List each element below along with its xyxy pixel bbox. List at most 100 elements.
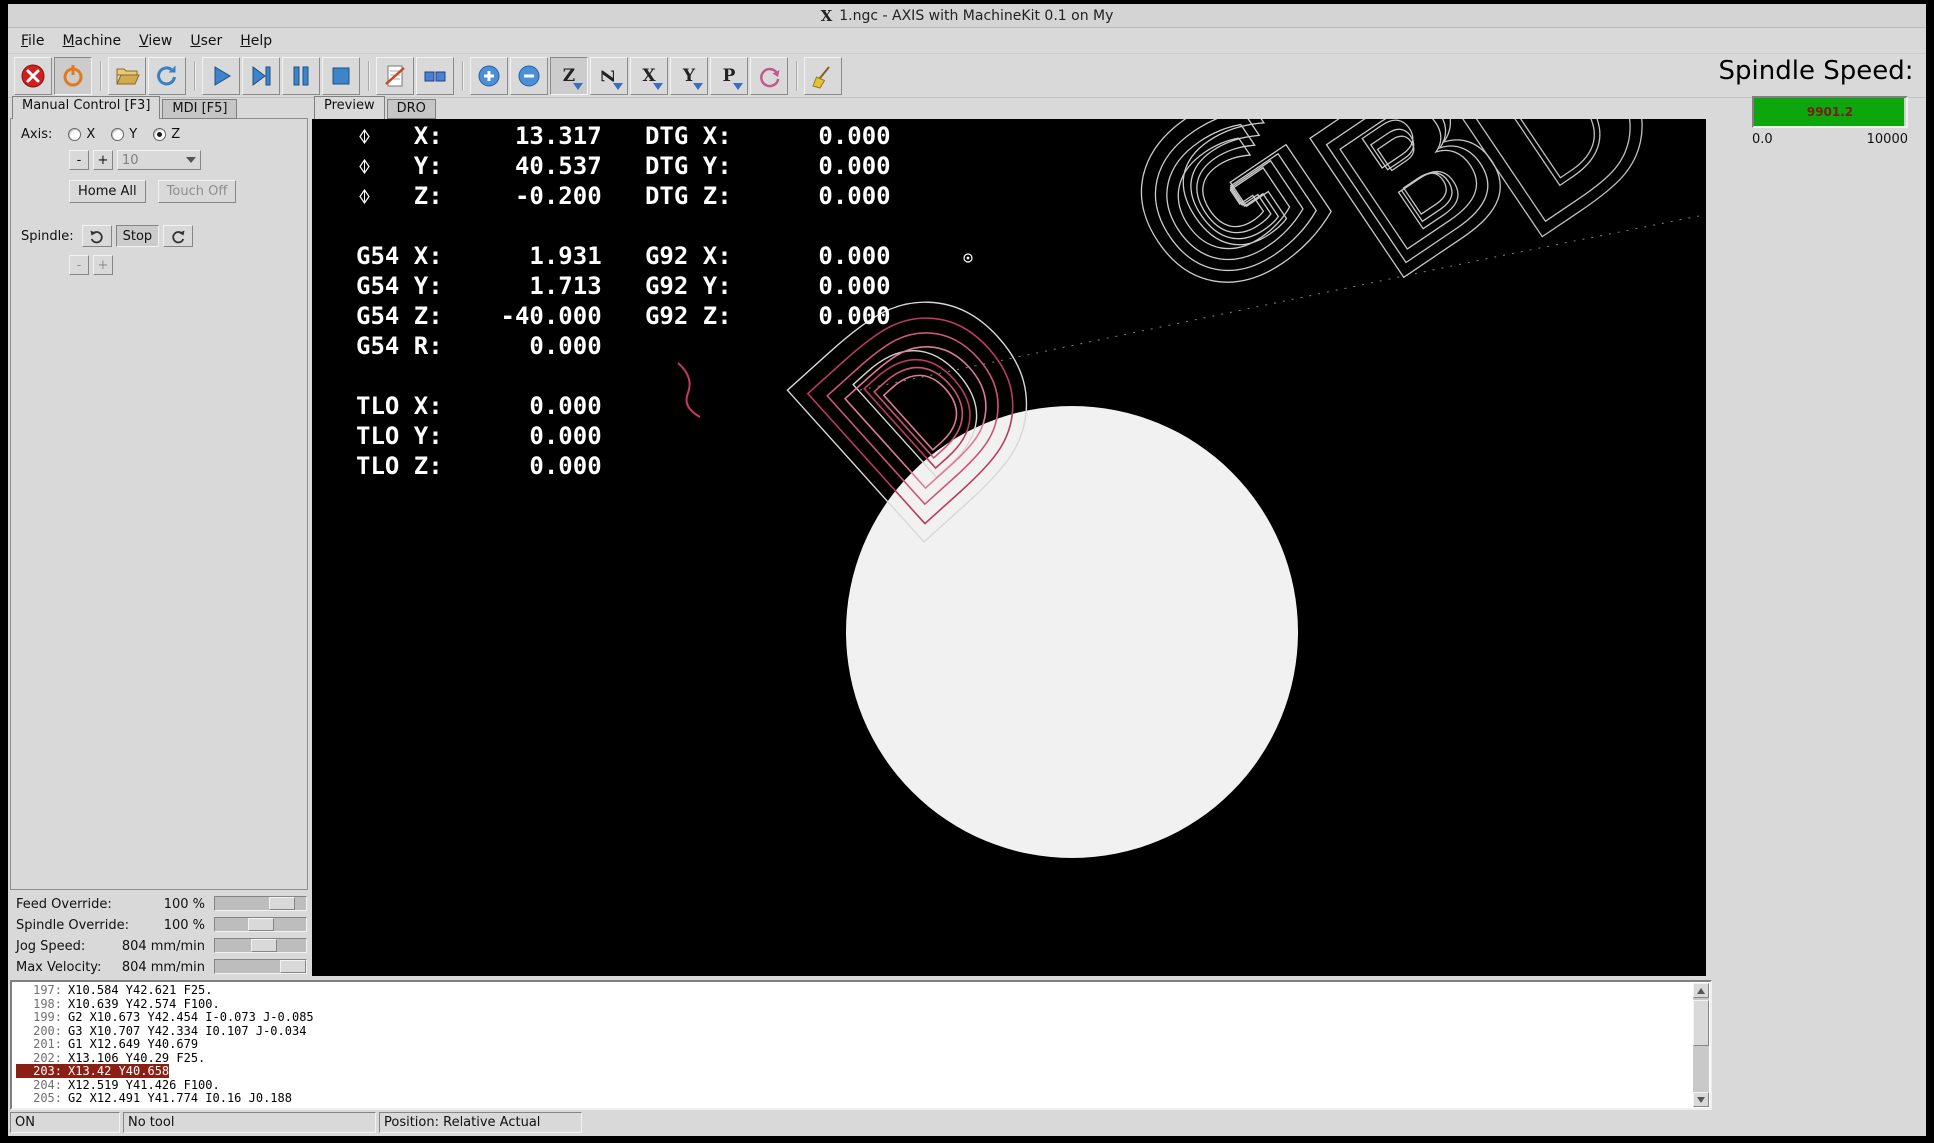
- gcode-listing[interactable]: 197:X10.584 Y42.621 F25. 198:X10.639 Y42…: [10, 980, 1712, 1110]
- feed-override-label: Feed Override:: [16, 897, 112, 912]
- jog-speed-label: Jog Speed:: [16, 939, 85, 954]
- gcode-scrollbar[interactable]: [1693, 983, 1709, 1107]
- arrow-up-icon: [1697, 988, 1705, 994]
- jog-minus-button[interactable]: -: [69, 150, 89, 170]
- zoom-out-button[interactable]: [510, 57, 548, 95]
- preview-canvas[interactable]: GGGG BBB DD D D D D: [312, 119, 1706, 976]
- toolbar: Z Z X Y P: [8, 54, 1926, 98]
- jog-increment-value: 10: [122, 153, 139, 168]
- view-axis-arrow-icon: [733, 83, 743, 90]
- jog-speed-slider-thumb[interactable]: [251, 939, 277, 952]
- gcode-text: 197:X10.584 Y42.621 F25. 198:X10.639 Y42…: [14, 984, 1692, 1106]
- estop-button[interactable]: [14, 57, 52, 95]
- optional-stop-button[interactable]: [416, 57, 454, 95]
- pause-button[interactable]: [282, 57, 320, 95]
- axis-y-radio[interactable]: Y: [111, 127, 137, 142]
- spindle-ccw-icon: [89, 228, 105, 244]
- jog-speed-value: 804 mm/min: [122, 939, 205, 954]
- view-z2-icon: Z: [599, 69, 619, 81]
- view-p-button[interactable]: P: [710, 57, 748, 95]
- radio-checked-icon: [153, 128, 166, 141]
- dro-readout: X: 13.317 DTG X: 0.000 Y: 40.537 DTG Y: …: [356, 121, 891, 481]
- feed-override-value: 100 %: [164, 897, 205, 912]
- stop-icon: [328, 63, 354, 89]
- jog-row: - + 10: [69, 150, 307, 170]
- home-all-button[interactable]: Home All: [69, 180, 146, 203]
- view-x-button[interactable]: X: [630, 57, 668, 95]
- axis-x-radio[interactable]: X: [68, 127, 95, 142]
- position-status: Position: Relative Actual: [379, 1112, 582, 1133]
- status-bar: ON No tool Position: Relative Actual: [10, 1112, 582, 1133]
- radio-icon: [111, 128, 124, 141]
- spindle-stop-button[interactable]: Stop: [116, 225, 160, 247]
- title-bar[interactable]: X 1.ngc - AXIS with MachineKit 0.1 on My: [8, 4, 1926, 28]
- jog-speed-slider[interactable]: [214, 938, 307, 953]
- tab-preview[interactable]: Preview: [314, 96, 385, 119]
- spindle-plus-button[interactable]: +: [93, 255, 113, 275]
- power-icon: [60, 63, 86, 89]
- axis-window: X 1.ngc - AXIS with MachineKit 0.1 on My…: [8, 4, 1926, 1136]
- toolbar-separator: [100, 61, 102, 91]
- menu-machine[interactable]: Machine: [53, 30, 130, 52]
- home-row: Home All Touch Off: [69, 180, 307, 203]
- spindle-override-label: Spindle Override:: [16, 918, 129, 933]
- view-axis-arrow-icon: [693, 83, 703, 90]
- clear-plot-button[interactable]: [804, 57, 842, 95]
- touch-off-button[interactable]: Touch Off: [158, 180, 237, 203]
- rotate-view-button[interactable]: [750, 57, 788, 95]
- spindle-override-value: 100 %: [164, 918, 205, 933]
- estop-icon: [20, 63, 46, 89]
- skip-lines-button[interactable]: [376, 57, 414, 95]
- axis-y-label: Y: [129, 127, 137, 142]
- view-z-button[interactable]: Z: [550, 57, 588, 95]
- run-button[interactable]: [202, 57, 240, 95]
- jog-increment-select[interactable]: 10: [117, 150, 201, 170]
- view-axis-arrow-icon: [573, 83, 583, 90]
- axis-label: Axis:: [21, 127, 52, 142]
- axis-x-label: X: [86, 127, 95, 142]
- scroll-down-button[interactable]: [1693, 1092, 1709, 1107]
- spindle-override-row: Spindle Override: 100 %: [10, 915, 310, 936]
- axis-z-radio[interactable]: Z: [153, 127, 180, 142]
- view-axis-arrow-icon: [653, 83, 663, 90]
- feed-override-slider-thumb[interactable]: [269, 897, 295, 910]
- toolbar-separator: [796, 61, 798, 91]
- view-z2-button[interactable]: Z: [590, 57, 628, 95]
- axis-z-label: Z: [171, 127, 180, 142]
- reload-button[interactable]: [148, 57, 186, 95]
- menu-file[interactable]: File: [12, 30, 53, 52]
- spindle-speed-panel: Spindle Speed: 9901.2 0.0 10000: [1708, 56, 1924, 147]
- gcode-line: 201:G1 X12.649 Y40.679: [14, 1038, 1692, 1052]
- open-file-button[interactable]: [108, 57, 146, 95]
- spindle-forward-button[interactable]: [163, 225, 193, 247]
- gcode-line: 198:X10.639 Y42.574 F100.: [14, 998, 1692, 1012]
- max-velocity-label: Max Velocity:: [16, 960, 101, 975]
- menu-view[interactable]: View: [130, 30, 181, 52]
- tab-manual-control[interactable]: Manual Control [F3]: [12, 96, 160, 119]
- skip-lines-icon: [382, 63, 408, 89]
- scrollbar-thumb[interactable]: [1693, 1000, 1709, 1046]
- power-button[interactable]: [54, 57, 92, 95]
- spindle-minus-button[interactable]: -: [69, 255, 89, 275]
- zoom-in-button[interactable]: [470, 57, 508, 95]
- menu-user[interactable]: User: [181, 30, 231, 52]
- view-y-button[interactable]: Y: [670, 57, 708, 95]
- manual-control-panel: Axis: X Y Z - + 10 Home All To: [10, 118, 308, 890]
- zoom-in-icon: [476, 63, 502, 89]
- preview-tab-bar: Preview DRO: [314, 96, 438, 119]
- max-velocity-slider[interactable]: [214, 959, 307, 974]
- menu-help[interactable]: Help: [231, 30, 281, 52]
- spindle-override-slider-thumb[interactable]: [248, 918, 274, 931]
- spindle-speed-bar: 9901.2: [1752, 96, 1908, 128]
- jog-plus-button[interactable]: +: [93, 150, 113, 170]
- feed-override-slider[interactable]: [214, 896, 307, 911]
- max-velocity-slider-thumb[interactable]: [280, 960, 306, 973]
- spindle-override-slider[interactable]: [214, 917, 307, 932]
- tab-mdi[interactable]: MDI [F5]: [162, 99, 237, 119]
- stop-button[interactable]: [322, 57, 360, 95]
- toolbar-separator: [462, 61, 464, 91]
- scroll-up-button[interactable]: [1693, 983, 1709, 998]
- tab-dro[interactable]: DRO: [387, 99, 436, 119]
- spindle-reverse-button[interactable]: [82, 225, 112, 247]
- step-button[interactable]: [242, 57, 280, 95]
